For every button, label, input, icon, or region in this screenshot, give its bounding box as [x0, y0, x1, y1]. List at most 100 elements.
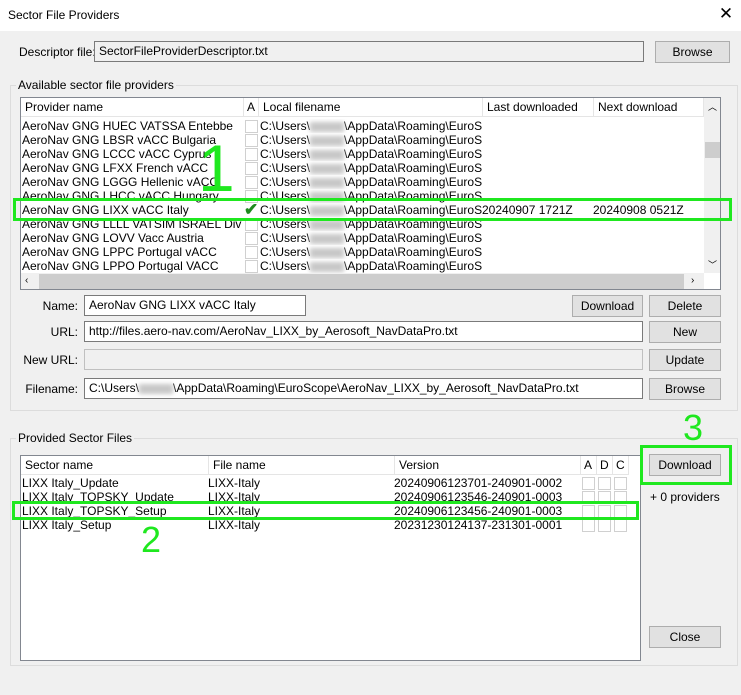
- local-filename: C:\Users\ \AppData\Roaming\EuroSco...: [260, 119, 482, 133]
- c-checkbox[interactable]: [614, 477, 627, 490]
- provider-row[interactable]: AeroNav GNG LOVV Vacc Austria C:\Users\ \A…: [21, 231, 720, 245]
- filename-field[interactable]: C:\Users\ \AppData\Roaming\EuroScope\Aero…: [84, 378, 643, 399]
- provider-row[interactable]: AeroNav GNG LBSR vACC Bulgaria C:\Users\ \…: [21, 133, 720, 147]
- provider-row[interactable]: AeroNav GNG HUEC VATSSA Entebbe C:\Users\…: [21, 119, 720, 133]
- close-icon[interactable]: ✕: [716, 4, 736, 24]
- column-header[interactable]: File name: [209, 456, 395, 475]
- local-filename-suffix: \AppData\Roaming\EuroSco...: [344, 119, 482, 133]
- provider-name: AeroNav GNG LOVV Vacc Austria: [22, 231, 204, 245]
- annotation-number-1: 1: [198, 131, 235, 205]
- d-checkbox[interactable]: [598, 477, 611, 490]
- next-download: [593, 161, 703, 175]
- column-header[interactable]: A: [244, 98, 259, 117]
- a-checkbox[interactable]: [582, 477, 595, 490]
- column-header[interactable]: D: [597, 456, 613, 475]
- update-button[interactable]: Update: [649, 349, 721, 371]
- redacted-username: [310, 149, 345, 160]
- column-header[interactable]: Provider name: [21, 98, 244, 117]
- new-url-field[interactable]: [84, 349, 643, 370]
- provider-row[interactable]: AeroNav GNG LPPC Portugal vACC C:\Users\ \…: [21, 245, 720, 259]
- a-checkbox[interactable]: [582, 519, 595, 532]
- local-filename-prefix: C:\Users\: [260, 245, 311, 259]
- vertical-scrollbar[interactable]: ︿ ﹀: [704, 98, 720, 273]
- redacted-username: [310, 177, 345, 188]
- url-field[interactable]: http://files.aero-nav.com/AeroNav_LIXX_b…: [84, 321, 643, 342]
- column-header[interactable]: C: [613, 456, 629, 475]
- auto-checkbox[interactable]: [245, 148, 258, 161]
- provider-row[interactable]: AeroNav GNG LGGG Hellenic vACC C:\Users\ \…: [21, 175, 720, 189]
- provider-row[interactable]: AeroNav GNG LCCC vACC Cyprus C:\Users\ \Ap…: [21, 147, 720, 161]
- sector-row[interactable]: LIXX Italy_Update LIXX-Italy 2024090612370…: [21, 476, 640, 490]
- scroll-thumb[interactable]: [39, 274, 684, 289]
- last-downloaded: [482, 245, 592, 259]
- column-header[interactable]: Last downloaded: [483, 98, 594, 117]
- annotation-number-3: 3: [683, 407, 704, 448]
- local-filename-suffix: \AppData\Roaming\EuroSco...: [344, 147, 482, 161]
- sector-row[interactable]: LIXX Italy_Setup LIXX-Italy 20231230124137…: [21, 518, 640, 532]
- provider-download-button[interactable]: Download: [572, 295, 643, 317]
- local-filename: C:\Users\ \AppData\Roaming\EuroSco...: [260, 259, 482, 273]
- local-filename-prefix: C:\Users\: [260, 175, 311, 189]
- next-download: [593, 175, 703, 189]
- next-download: [593, 119, 703, 133]
- redacted-username: [310, 121, 345, 132]
- descriptor-field[interactable]: SectorFileProviderDescriptor.txt: [94, 41, 644, 62]
- providers-list[interactable]: Provider name A Local filename Last downloa…: [20, 97, 721, 290]
- provider-row[interactable]: AeroNav GNG LPPO Portugal VACC C:\Users\ \…: [21, 259, 720, 273]
- close-button[interactable]: Close: [649, 626, 721, 648]
- sectors-list[interactable]: Sector name File name Version A D C LIXX Ital…: [20, 455, 641, 661]
- last-downloaded: [482, 147, 592, 161]
- column-header[interactable]: Sector name: [21, 456, 209, 475]
- redacted-username: [310, 135, 345, 146]
- last-downloaded: [482, 133, 592, 147]
- redacted-username: [139, 383, 174, 394]
- redacted-username: [310, 261, 345, 272]
- sector-file-name: LIXX-Italy: [208, 518, 261, 532]
- name-label: Name:: [42, 299, 78, 313]
- new-button[interactable]: New: [649, 321, 721, 343]
- sector-version: 20240906123701-240901-0002: [394, 476, 563, 490]
- annotation-number-2: 2: [141, 519, 162, 560]
- filename-browse-button[interactable]: Browse: [649, 378, 721, 400]
- delete-button[interactable]: Delete: [649, 295, 721, 317]
- column-header[interactable]: A: [581, 456, 597, 475]
- local-filename-suffix: \AppData\Roaming\EuroSco...: [344, 133, 482, 147]
- horizontal-scrollbar[interactable]: ‹ ›: [21, 273, 704, 289]
- auto-checkbox[interactable]: [245, 134, 258, 147]
- auto-checkbox[interactable]: [245, 120, 258, 133]
- auto-checkbox[interactable]: [245, 246, 258, 259]
- local-filename-suffix: \AppData\Roaming\EuroSco...: [344, 175, 482, 189]
- column-header[interactable]: Next download: [594, 98, 704, 117]
- last-downloaded: [482, 119, 592, 133]
- next-download: [593, 231, 703, 245]
- descriptor-label: Descriptor file:: [19, 45, 96, 59]
- c-checkbox[interactable]: [614, 519, 627, 532]
- column-header[interactable]: Local filename: [259, 98, 483, 117]
- descriptor-browse-button[interactable]: Browse: [655, 41, 730, 63]
- filename-label: Filename:: [25, 382, 78, 396]
- auto-checkbox[interactable]: [245, 162, 258, 175]
- sector-file-name: LIXX-Italy: [208, 476, 261, 490]
- new-url-label: New URL:: [23, 353, 78, 367]
- auto-checkbox[interactable]: [245, 260, 258, 273]
- d-checkbox[interactable]: [598, 519, 611, 532]
- provider-row[interactable]: AeroNav GNG LFXX French vACC C:\Users\ \Ap…: [21, 161, 720, 175]
- auto-checkbox[interactable]: [245, 232, 258, 245]
- local-filename: C:\Users\ \AppData\Roaming\EuroSco...: [260, 147, 482, 161]
- last-downloaded: [482, 259, 592, 273]
- next-download: [593, 133, 703, 147]
- scroll-thumb[interactable]: [705, 142, 720, 158]
- sector-version: 20231230124137-231301-0001: [394, 518, 563, 532]
- local-filename-prefix: C:\Users\: [260, 231, 311, 245]
- next-download: [593, 259, 703, 273]
- name-field[interactable]: AeroNav GNG LIXX vACC Italy: [84, 295, 306, 316]
- next-download: [593, 147, 703, 161]
- column-header[interactable]: Version: [395, 456, 581, 475]
- local-filename-prefix: C:\Users\: [260, 259, 311, 273]
- local-filename: C:\Users\ \AppData\Roaming\EuroSco...: [260, 245, 482, 259]
- annotation-highlight-download: [640, 445, 732, 485]
- auto-checkbox[interactable]: [245, 176, 258, 189]
- local-filename-suffix: \AppData\Roaming\EuroSco...: [344, 231, 482, 245]
- local-filename-suffix: \AppData\Roaming\EuroSco...: [344, 245, 482, 259]
- local-filename-suffix: \AppData\Roaming\EuroSco...: [344, 161, 482, 175]
